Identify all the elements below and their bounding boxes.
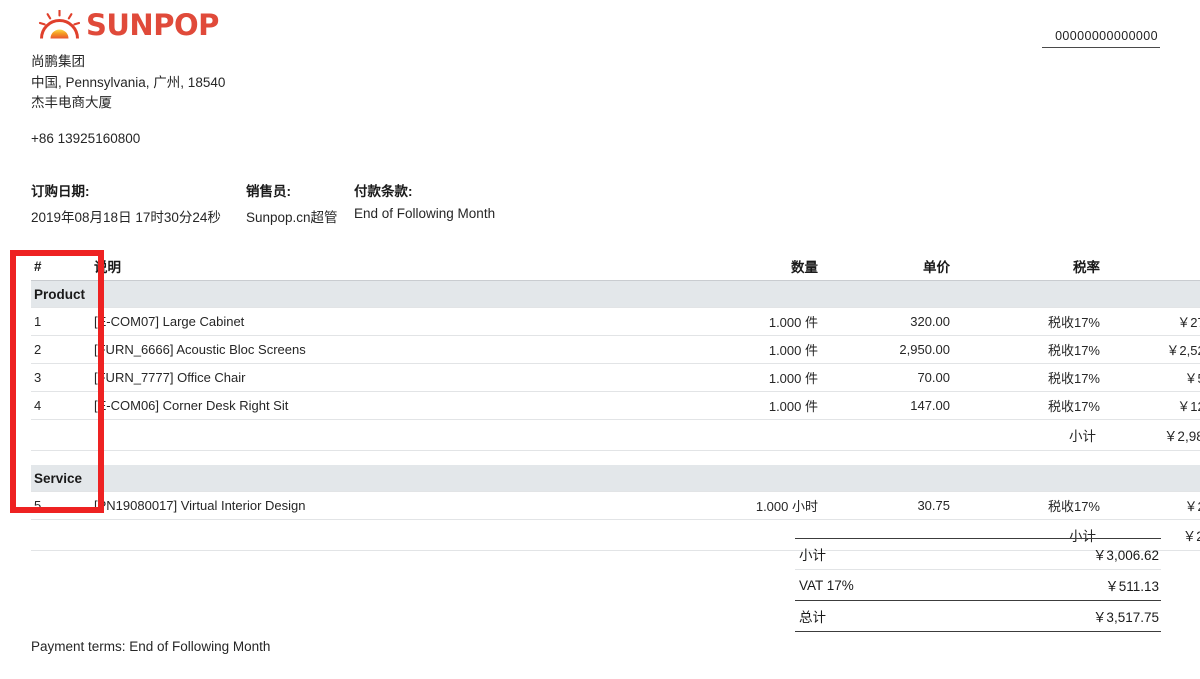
cell-unit-price: 30.75 xyxy=(830,491,960,520)
company-building: 杰丰电商大厦 xyxy=(31,95,112,110)
meta-payment-terms: 付款条款: End of Following Month xyxy=(354,180,654,226)
company-address: 尚鹏集团 中国, Pennsylvania, 广州, 18540 杰丰电商大厦 xyxy=(31,52,225,114)
header-num: # xyxy=(31,252,60,281)
cell-description: [PN19080017] Virtual Interior Design xyxy=(60,491,668,520)
salesperson-label: 销售员: xyxy=(246,184,291,199)
meta-order-date: 订购日期: 2019年08月18日 17时30分24秒 xyxy=(31,180,246,226)
document-header: SUNPOP 00000000000000 xyxy=(0,0,1200,48)
totals-grand-label: 总计 xyxy=(795,600,978,632)
header-amount: 金额 xyxy=(1110,252,1200,281)
order-date-value: 2019年08月18日 17时30分24秒 xyxy=(31,210,221,225)
invoice-page: SUNPOP 00000000000000 尚鹏集团 中国, Pennsylva… xyxy=(0,0,1200,679)
salesperson-value: Sunpop.cn超管 xyxy=(246,210,338,225)
cell-quantity: 1.000 件 xyxy=(668,363,830,392)
header-quantity: 数量 xyxy=(668,252,830,281)
section-name: Service xyxy=(31,465,1200,492)
payment-terms-label: 付款条款: xyxy=(354,184,413,199)
totals-grand-row: 总计 ￥3,517.75 xyxy=(795,600,1161,632)
header-tax-rate: 税率 xyxy=(960,252,1110,281)
header-divider xyxy=(1042,47,1160,48)
cell-description: [E-COM06] Corner Desk Right Sit xyxy=(60,391,668,420)
cell-amount: ￥26.28 xyxy=(1110,491,1200,520)
totals-subtotal-row: 小计 ￥3,006.62 xyxy=(795,538,1161,570)
brand-logo: SUNPOP xyxy=(38,8,219,42)
cell-num: 2 xyxy=(31,335,60,364)
order-meta: 订购日期: 2019年08月18日 17时30分24秒 销售员: Sunpop.… xyxy=(31,180,654,226)
cell-quantity: 1.000 件 xyxy=(668,391,830,420)
totals-table: 小计 ￥3,006.62 VAT 17% ￥511.13 总计 ￥3,517.7… xyxy=(795,538,1161,632)
meta-salesperson: 销售员: Sunpop.cn超管 xyxy=(246,180,354,226)
cell-num: 5 xyxy=(31,491,60,520)
cell-tax-rate: 税收17% xyxy=(960,491,1110,520)
cell-tax-rate: 税收17% xyxy=(960,307,1110,336)
totals-vat-value: ￥511.13 xyxy=(978,569,1161,601)
cell-description: [FURN_6666] Acoustic Bloc Screens xyxy=(60,335,668,364)
table-row: 4 [E-COM06] Corner Desk Right Sit 1.000 件1… xyxy=(31,391,1200,420)
table-body: Product 1 [E-COM07] Large Cabinet 1.000 件 32… xyxy=(31,280,1200,551)
table-row: 5 [PN19080017] Virtual Interior Design 1.0… xyxy=(31,491,1200,520)
totals-vat-label: VAT 17% xyxy=(795,569,978,601)
totals-grand-value: ￥3,517.75 xyxy=(978,600,1161,632)
cell-description: [FURN_7777] Office Chair xyxy=(60,363,668,392)
section-header-row: Service xyxy=(31,465,1200,492)
cell-quantity: 1.000 小时 xyxy=(668,491,830,520)
totals-subtotal-value: ￥3,006.62 xyxy=(978,538,1161,570)
cell-description: [E-COM07] Large Cabinet xyxy=(60,307,668,336)
section-subtotal-row: 小计￥2,980.34 xyxy=(31,419,1200,451)
totals-subtotal-label: 小计 xyxy=(795,538,978,570)
table-header-row: # 说明 数量 单价 税率 金额 xyxy=(31,252,1200,281)
totals-vat-row: VAT 17% ￥511.13 xyxy=(795,569,1161,601)
cell-amount: ￥125.64 xyxy=(1110,391,1200,420)
header-description: 说明 xyxy=(60,252,668,281)
cell-quantity: 1.000 件 xyxy=(668,335,830,364)
cell-amount: ￥273.50 xyxy=(1110,307,1200,336)
cell-unit-price: 320.00 xyxy=(830,307,960,336)
section-spacer xyxy=(31,451,1200,466)
company-address-line: 中国, Pennsylvania, 广州, 18540 xyxy=(31,74,226,90)
subtotal-value: ￥2,980.34 xyxy=(1110,419,1200,451)
cell-unit-price: 70.00 xyxy=(830,363,960,392)
company-phone: +86 13925160800 xyxy=(31,131,141,146)
sun-logo-icon xyxy=(38,10,81,39)
table-head: # 说明 数量 单价 税率 金额 xyxy=(31,252,1200,281)
reference-number: 00000000000000 xyxy=(1055,29,1158,43)
section-header-row: Product xyxy=(31,280,1200,308)
subtotal-spacer xyxy=(31,419,960,451)
table-row: 1 [E-COM07] Large Cabinet 1.000 件 320.00 税收1… xyxy=(31,307,1200,336)
brand-wordmark: SUNPOP xyxy=(86,8,219,42)
cell-num: 1 xyxy=(31,307,60,336)
cell-tax-rate: 税收17% xyxy=(960,363,1110,392)
table-row: 3 [FURN_7777] Office Chair 1.000 件 70.00 税收1… xyxy=(31,363,1200,392)
subtotal-label: 小计 xyxy=(960,419,1110,451)
cell-quantity: 1.000 件 xyxy=(668,307,830,336)
order-lines-table: # 说明 数量 单价 税率 金额 Product1[E-COM07] Large… xyxy=(31,252,1200,551)
footer-payment-terms: Payment terms: End of Following Month xyxy=(31,639,271,654)
order-date-label: 订购日期: xyxy=(31,184,90,199)
company-name: 尚鹏集团 xyxy=(31,54,85,69)
cell-num: 3 xyxy=(31,363,60,392)
cell-tax-rate: 税收17% xyxy=(960,335,1110,364)
payment-terms-value: End of Following Month xyxy=(354,206,496,221)
section-name: Product xyxy=(31,280,1200,308)
cell-amount: ￥2,521.37 xyxy=(1110,335,1200,364)
table-row: 2 [FURN_6666] Acoustic Bloc Screens 1.000 … xyxy=(31,335,1200,364)
header-unit-price: 单价 xyxy=(830,252,960,281)
cell-unit-price: 147.00 xyxy=(830,391,960,420)
section-spacer-row xyxy=(31,451,1200,466)
cell-num: 4 xyxy=(31,391,60,420)
cell-unit-price: 2,950.00 xyxy=(830,335,960,364)
cell-tax-rate: 税收17% xyxy=(960,391,1110,420)
cell-amount: ￥59.83 xyxy=(1110,363,1200,392)
